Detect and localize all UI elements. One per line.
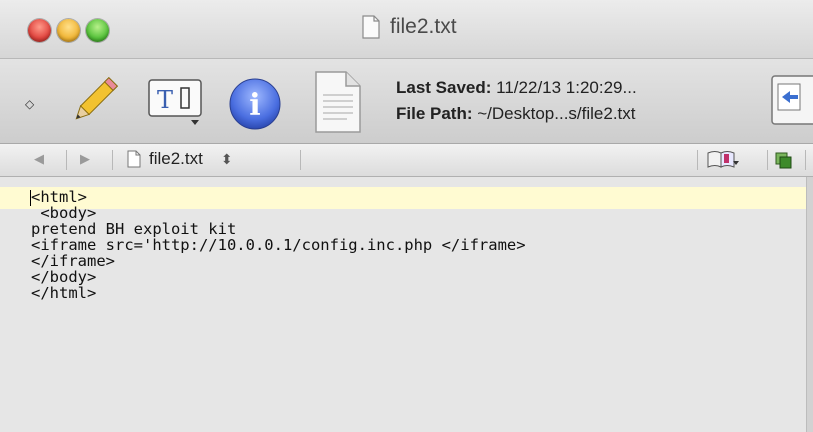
file-path-value: ~/Desktop...s/file2.txt [472, 104, 636, 123]
text-cursor [30, 190, 31, 206]
minimize-button[interactable] [57, 19, 80, 42]
code-line: <html> [31, 188, 87, 206]
diamond-icon[interactable]: ◇ [25, 97, 34, 111]
last-saved-value: 11/22/13 1:20:29... [491, 78, 637, 97]
vertical-scrollbar[interactable] [806, 177, 813, 432]
svg-text:T: T [157, 86, 173, 114]
file-info: Last Saved: 11/22/13 1:20:29... File Pat… [396, 75, 637, 127]
file-popup[interactable]: file2.txt ⬍ [127, 149, 233, 169]
code-line: <body> [31, 204, 97, 222]
nav-divider [767, 150, 768, 170]
close-button[interactable] [28, 19, 51, 42]
pencil-icon[interactable] [65, 72, 123, 130]
svg-text:i: i [249, 88, 260, 123]
nav-divider [805, 150, 806, 170]
nav-divider [66, 150, 67, 170]
nav-divider [300, 150, 301, 170]
back-button[interactable]: ◀ [34, 151, 44, 167]
file-path-row: File Path: ~/Desktop...s/file2.txt [396, 101, 637, 127]
bookmarks-icon[interactable] [706, 150, 740, 170]
editor-content[interactable]: <html> <body> pretend BH exploit kit <ifra… [31, 189, 526, 301]
title-bar[interactable]: file2.txt [0, 0, 813, 59]
code-line: <iframe src='http://10.0.0.1/config.inc.… [31, 236, 526, 254]
info-icon[interactable]: i [228, 77, 282, 131]
forward-button[interactable]: ▶ [80, 151, 90, 167]
nav-divider [697, 150, 698, 170]
last-saved-row: Last Saved: 11/22/13 1:20:29... [396, 75, 637, 101]
code-line: </html> [31, 284, 97, 302]
zoom-button[interactable] [86, 19, 109, 42]
document-icon [362, 15, 380, 39]
file-popup-label: file2.txt [149, 149, 203, 168]
split-view-icon[interactable] [775, 152, 793, 170]
file-icon [127, 150, 141, 168]
code-line: pretend BH exploit kit [31, 220, 237, 238]
editor-window: file2.txt ◇ T i Last Saved: 11/22/13 1:2… [0, 0, 813, 432]
document-large-icon [315, 71, 361, 133]
file-path-label: File Path: [396, 104, 473, 123]
window-title: file2.txt [362, 12, 457, 42]
nav-divider [112, 150, 113, 170]
code-line: </body> [31, 268, 97, 286]
stepper-icon[interactable]: ⬍ [221, 151, 233, 168]
last-saved-label: Last Saved: [396, 78, 492, 97]
window-title-text: file2.txt [390, 15, 457, 38]
text-format-icon[interactable]: T [147, 76, 205, 128]
code-line: </iframe> [31, 252, 115, 270]
navigation-bar [0, 144, 813, 177]
sidebar-toggle-icon[interactable] [770, 72, 813, 128]
